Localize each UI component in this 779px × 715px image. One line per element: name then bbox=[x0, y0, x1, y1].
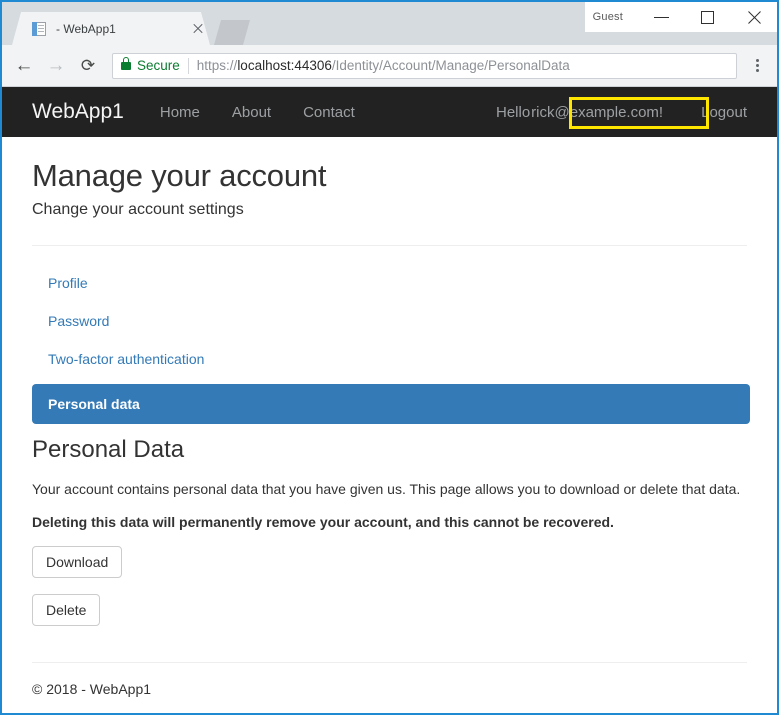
delete-warning-text: Deleting this data will permanently remo… bbox=[32, 513, 614, 530]
site-brand[interactable]: WebApp1 bbox=[32, 100, 124, 124]
back-arrow-icon[interactable]: ← bbox=[8, 50, 40, 82]
page-subtitle: Change your account settings bbox=[32, 201, 244, 218]
footer-divider bbox=[32, 661, 747, 663]
url-path: /Identity/Account/Manage/PersonalData bbox=[331, 58, 570, 73]
url-scheme: https:// bbox=[196, 58, 238, 73]
nav-link-about[interactable]: About bbox=[232, 104, 271, 121]
page-icon bbox=[32, 21, 48, 37]
site-nav-links: Home About Contact bbox=[160, 104, 355, 121]
close-icon[interactable] bbox=[190, 21, 206, 37]
browser-tabstrip: - WebApp1 Guest bbox=[2, 2, 777, 45]
sidebar-item-personal-data[interactable]: Personal data bbox=[32, 384, 750, 424]
section-title: Personal Data bbox=[32, 436, 185, 463]
sidebar-item-profile[interactable]: Profile bbox=[48, 264, 747, 302]
profile-label[interactable]: Guest bbox=[593, 11, 623, 23]
url-host: localhost:44306 bbox=[237, 58, 332, 73]
logout-button[interactable]: Logout bbox=[701, 104, 747, 121]
new-tab-icon[interactable] bbox=[214, 20, 250, 45]
omnibox-divider bbox=[187, 57, 189, 74]
nav-link-home[interactable]: Home bbox=[160, 104, 200, 121]
download-row: Download bbox=[32, 530, 747, 578]
site-navbar: WebApp1 Home About Contact Hello rick@ex… bbox=[2, 87, 777, 137]
header-divider bbox=[32, 245, 747, 246]
download-button[interactable]: Download bbox=[32, 545, 123, 578]
reload-icon[interactable]: ⟳ bbox=[72, 50, 104, 82]
window-controls: Guest bbox=[584, 2, 777, 32]
page-title: Manage your account bbox=[32, 158, 327, 193]
greeting-label: Hello bbox=[495, 103, 531, 121]
lock-icon bbox=[121, 56, 131, 70]
url-text: https://localhost:44306/Identity/Account… bbox=[197, 58, 570, 73]
minimize-icon[interactable] bbox=[639, 2, 685, 32]
tab-title: - WebApp1 bbox=[56, 21, 116, 36]
user-email-link[interactable]: rick@example.com! bbox=[531, 104, 663, 121]
browser-tab[interactable]: - WebApp1 bbox=[12, 12, 210, 45]
close-icon[interactable] bbox=[731, 2, 777, 32]
delete-row: Delete bbox=[32, 578, 747, 626]
site-nav-user-area: Hello rick@example.com! Logout bbox=[496, 104, 747, 121]
page-container: Manage your account Change your account … bbox=[2, 158, 777, 697]
address-bar[interactable]: Secure https://localhost:44306/Identity/… bbox=[112, 52, 737, 79]
nav-link-contact[interactable]: Contact bbox=[303, 104, 355, 121]
maximize-icon[interactable] bbox=[685, 2, 731, 32]
footer-copyright: © 2018 - WebApp1 bbox=[32, 680, 152, 697]
delete-button[interactable]: Delete bbox=[32, 593, 101, 626]
forward-arrow-icon[interactable]: → bbox=[40, 50, 72, 82]
security-label: Secure bbox=[137, 58, 180, 73]
sidebar-item-two-factor[interactable]: Two-factor authentication bbox=[48, 340, 747, 378]
manage-nav: Profile Password Two-factor authenticati… bbox=[32, 264, 750, 424]
browser-toolbar: ← → ⟳ Secure https://localhost:44306/Ide… bbox=[2, 45, 777, 87]
sidebar-item-password[interactable]: Password bbox=[48, 302, 747, 340]
browser-window: - WebApp1 Guest ← → ⟳ Secure https://loc… bbox=[0, 0, 779, 715]
personal-data-description: Your account contains personal data that… bbox=[32, 481, 741, 497]
more-vertical-icon[interactable] bbox=[743, 51, 771, 81]
